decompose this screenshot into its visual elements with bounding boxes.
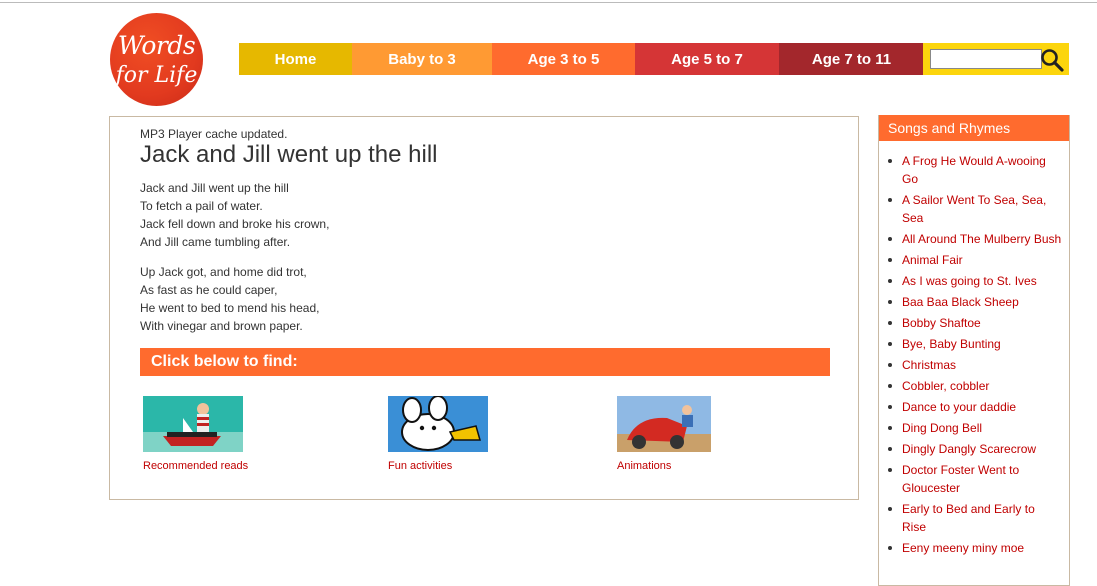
page-title: Jack and Jill went up the hill [140,141,438,168]
sidebar-item-rhyme[interactable]: A Sailor Went To Sea, Sea, Sea [888,191,1062,227]
sidebar-item-rhyme[interactable]: Cobbler, cobbler [888,377,1062,395]
nav-age-3-to-5[interactable]: Age 3 to 5 [492,43,635,75]
poem-line: He went to bed to mend his head, [140,301,320,315]
animations-link[interactable]: Animations [617,460,711,472]
sidebar-item-rhyme[interactable]: A Frog He Would A-wooing Go [888,152,1062,188]
poem-stanza-1: Jack and Jill went up the hill To fetch … [140,179,329,251]
nav-baby-to-3[interactable]: Baby to 3 [352,43,492,75]
recommended-reads-thumbnail[interactable] [143,396,243,452]
logo-line1: Words [117,31,196,60]
recommended-reads-link[interactable]: Recommended reads [143,460,248,472]
sidebar-item-rhyme[interactable]: Animal Fair [888,251,1062,269]
animations-thumbnail[interactable] [617,396,711,452]
main-nav: Home Baby to 3 Age 3 to 5 Age 5 to 7 Age… [239,43,924,75]
sidebar-item-rhyme[interactable]: Dingly Dangly Scarecrow [888,440,1062,458]
sidebar-item-rhyme[interactable]: Dance to your daddie [888,398,1062,416]
search-input[interactable] [930,49,1042,69]
poem-line: To fetch a pail of water. [140,199,263,213]
poem-line: Up Jack got, and home did trot, [140,265,307,279]
card-animations[interactable]: Animations [617,396,711,472]
nav-home[interactable]: Home [239,43,352,75]
sidebar-item-rhyme[interactable]: As I was going to St. Ives [888,272,1062,290]
rhymes-list: A Frog He Would A-wooing Go A Sailor Wen… [879,152,1062,560]
search-icon[interactable] [1040,48,1064,72]
poem-line: And Jill came tumbling after. [140,235,291,249]
songs-rhymes-sidebar: Songs and Rhymes A Frog He Would A-wooin… [878,115,1070,586]
sidebar-item-rhyme[interactable]: Doctor Foster Went to Gloucester [888,461,1062,497]
card-fun-activities[interactable]: Fun activities [388,396,488,472]
sidebar-item-rhyme[interactable]: Early to Bed and Early to Rise [888,500,1062,536]
logo-line2: for Life [115,63,198,88]
fun-activities-link[interactable]: Fun activities [388,460,488,472]
sidebar-item-rhyme[interactable]: Ding Dong Bell [888,419,1062,437]
search-box [923,43,1069,75]
poem-line: With vinegar and brown paper. [140,319,303,333]
fun-activities-thumbnail[interactable] [388,396,488,452]
poem-line: Jack fell down and broke his crown, [140,217,330,231]
sidebar-heading: Songs and Rhymes [879,115,1069,141]
sidebar-item-rhyme[interactable]: Bobby Shaftoe [888,314,1062,332]
sidebar-item-rhyme[interactable]: Christmas [888,356,1062,374]
poem-line: As fast as he could caper, [140,283,278,297]
poem-line: Jack and Jill went up the hill [140,181,289,195]
card-recommended-reads[interactable]: Recommended reads [143,396,248,472]
sidebar-item-rhyme[interactable]: Eeny meeny miny moe [888,539,1062,557]
nav-age-5-to-7[interactable]: Age 5 to 7 [635,43,779,75]
find-heading-bar: Click below to find: [140,348,830,376]
cache-notice: MP3 Player cache updated. [140,127,288,141]
main-content-panel: MP3 Player cache updated. Jack and Jill … [109,116,859,500]
poem-stanza-2: Up Jack got, and home did trot, As fast … [140,263,319,335]
top-divider [0,2,1097,3]
sidebar-item-rhyme[interactable]: Baa Baa Black Sheep [888,293,1062,311]
nav-age-7-to-11[interactable]: Age 7 to 11 [779,43,924,75]
sidebar-item-rhyme[interactable]: Bye, Baby Bunting [888,335,1062,353]
words-for-life-logo[interactable]: Words for Life [110,13,203,106]
sidebar-item-rhyme[interactable]: All Around The Mulberry Bush [888,230,1062,248]
